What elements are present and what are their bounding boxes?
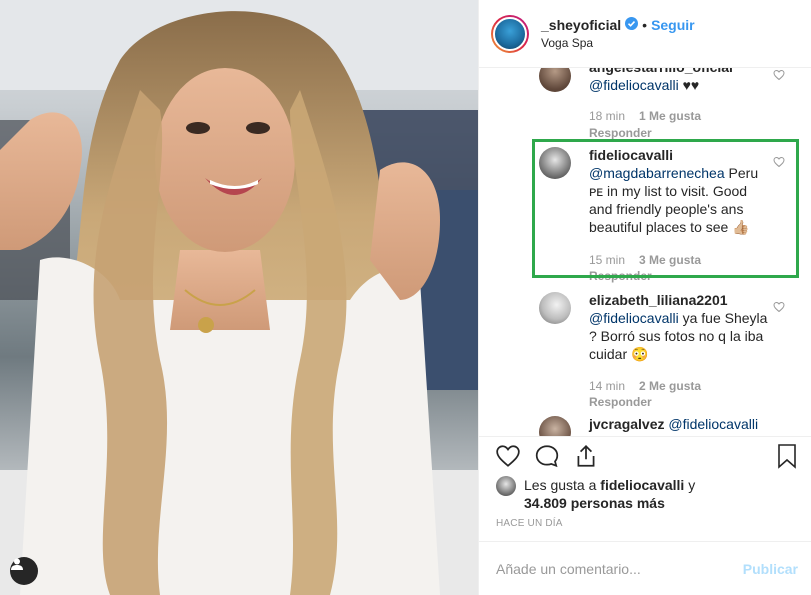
comment-likes[interactable]: 1 Me gusta	[639, 109, 701, 123]
comment-time: 15 min	[589, 253, 626, 267]
bookmark-icon[interactable]	[775, 443, 799, 474]
comment-icon[interactable]	[534, 443, 560, 474]
post-header: _sheyoficial • Seguir Voga Spa	[479, 0, 811, 68]
comment-time: 14 min	[589, 379, 626, 393]
likes-summary: Les gusta a fideliocavalli y 34.809 pers…	[496, 476, 724, 512]
comment-username[interactable]: angelestarrillo_oficial	[589, 68, 733, 75]
like-comment-heart-icon[interactable]	[773, 155, 785, 173]
author-avatar[interactable]	[491, 14, 529, 53]
liker-username[interactable]: fideliocavalli	[600, 477, 684, 493]
post-photo[interactable]	[0, 0, 478, 595]
reply-button[interactable]: Responder	[589, 269, 652, 283]
comment-mention[interactable]: @magdabarrenechea	[589, 165, 725, 181]
publish-button[interactable]: Publicar	[743, 561, 798, 577]
verified-badge-icon	[625, 17, 639, 33]
comment-likes[interactable]: 2 Me gusta	[639, 379, 701, 393]
likes-middle: y	[684, 477, 696, 493]
photo-illustration	[0, 0, 478, 595]
comment-mention[interactable]: @fideliocavalli	[589, 310, 679, 326]
reply-button[interactable]: Responder	[589, 395, 652, 409]
author-username[interactable]: _sheyoficial	[541, 17, 621, 33]
comment-time: 18 min	[589, 109, 626, 123]
comment-avatar[interactable]	[539, 68, 571, 92]
comment-mention[interactable]: @fideliocavalli	[668, 416, 758, 432]
comment-likes[interactable]: 3 Me gusta	[639, 253, 701, 267]
user-tag-icon[interactable]	[10, 557, 38, 585]
comment-input[interactable]	[496, 560, 743, 577]
follow-button[interactable]: Seguir	[651, 17, 695, 33]
comment-avatar[interactable]	[539, 292, 571, 324]
likes-count[interactable]: 34.809 personas más	[524, 495, 665, 511]
comments-list[interactable]: angelestarrillo_oficial @fideliocavalli …	[479, 68, 811, 436]
separator-dot: •	[642, 17, 648, 33]
reply-button[interactable]: Responder	[589, 126, 652, 140]
liker-avatar[interactable]	[496, 476, 516, 496]
heart-icon[interactable]	[495, 443, 521, 474]
share-icon[interactable]	[573, 443, 599, 474]
comment-username[interactable]: jvcragalvez	[589, 416, 665, 432]
like-comment-heart-icon[interactable]	[773, 68, 785, 86]
likes-prefix: Les gusta a	[524, 477, 601, 493]
like-comment-heart-icon[interactable]	[773, 300, 785, 318]
post-side-panel: _sheyoficial • Seguir Voga Spa angelesta…	[478, 0, 811, 595]
post-location[interactable]: Voga Spa	[541, 36, 695, 50]
comment-username[interactable]: elizabeth_liliana2201	[589, 292, 728, 308]
comment-username[interactable]: fideliocavalli	[589, 147, 673, 163]
comment-mention[interactable]: @fideliocavalli	[589, 77, 679, 93]
comment-avatar[interactable]	[539, 147, 571, 179]
comment-text: ♥♥	[678, 77, 700, 93]
post-time-ago[interactable]: HACE UN DÍA	[496, 518, 563, 529]
add-comment-bar: Publicar	[479, 541, 811, 595]
comment-avatar[interactable]	[539, 416, 571, 436]
action-bar	[479, 436, 811, 476]
